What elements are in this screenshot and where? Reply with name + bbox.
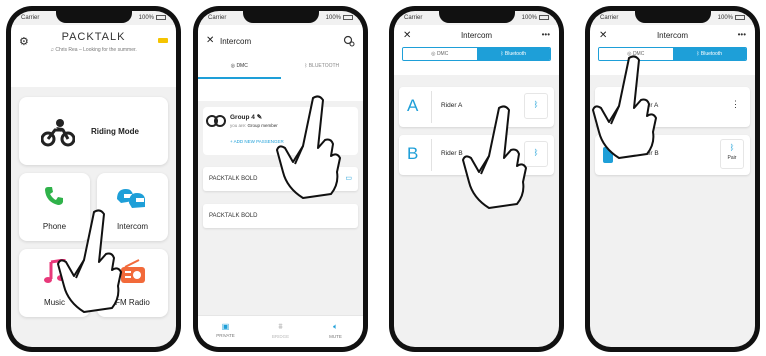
bluetooth-icon: ᛒ xyxy=(533,100,539,109)
tab-bluetooth-label: BLUETOOTH xyxy=(308,63,340,69)
segment-bluetooth[interactable]: ᛒ Bluetooth xyxy=(672,48,746,60)
carrier-label: Carrier xyxy=(600,15,619,21)
device-name-2: PACKTALK BOLD xyxy=(209,213,258,219)
pencil-icon[interactable]: ✎ xyxy=(257,114,262,121)
kebab-menu-icon[interactable]: ⋮ xyxy=(731,99,740,110)
segment-dmc-label: DMC xyxy=(436,51,449,57)
now-playing[interactable]: ♫ Chris Rea – Looking for the summer. xyxy=(11,47,176,53)
page-title: Intercom xyxy=(460,31,493,40)
hand-pointer-icon xyxy=(462,105,527,209)
segment-bluetooth-label: Bluetooth xyxy=(504,51,527,57)
phone-home: Carrier 100% ⚙ PACKTALK ♫ Chris Rea – Lo… xyxy=(6,6,181,352)
notch xyxy=(55,11,132,23)
hand-pointer-icon xyxy=(276,95,341,199)
battery-label: 100% xyxy=(521,15,537,22)
hand-pointer-icon xyxy=(57,209,122,313)
battery-icon xyxy=(539,14,549,20)
phone-intercom-pair: Carrier 100% ✕ Intercom ••• ◎ DMC ᛒ Blue… xyxy=(585,6,760,352)
phone-intercom-dmc: Carrier 100% ✕ Intercom ◎ DMC ᛒ BLUETOOT… xyxy=(193,6,368,352)
group-settings-icon[interactable] xyxy=(343,35,355,47)
you-are-label: you are: xyxy=(230,123,247,128)
headset-battery-icon xyxy=(158,38,168,43)
mode-segmented-control: ◎ DMC ᛒ Bluetooth xyxy=(402,47,551,61)
app-title: PACKTALK xyxy=(61,31,126,43)
tab-dmc-label: DMC xyxy=(236,63,248,69)
segment-bluetooth[interactable]: ᛒ Bluetooth xyxy=(476,48,550,60)
close-icon[interactable]: ✕ xyxy=(206,35,214,46)
now-playing-text: Chris Rea – Looking for the summer. xyxy=(55,47,137,53)
notch xyxy=(242,11,319,23)
hand-pointer-icon xyxy=(592,55,657,159)
divider xyxy=(431,91,432,123)
carrier-label: Carrier xyxy=(404,15,423,21)
battery-label: 100% xyxy=(138,15,154,22)
notch xyxy=(634,11,711,23)
device-name-1: PACKTALK BOLD xyxy=(209,176,258,182)
battery-icon xyxy=(156,14,166,20)
group-name-text: Group 4 xyxy=(230,114,255,121)
battery-icon xyxy=(343,14,353,20)
divider xyxy=(431,139,432,171)
carrier-label: Carrier xyxy=(208,15,227,21)
motorcycle-icon xyxy=(41,119,75,147)
pair-label: Pair xyxy=(727,155,737,161)
private-button[interactable]: ▣ PRIVATE xyxy=(198,316,253,347)
bridge-label: BRIDGE xyxy=(271,334,290,339)
rider-b-letter: B xyxy=(407,144,419,163)
battery-label: 100% xyxy=(325,15,341,22)
carrier-label: Carrier xyxy=(21,15,40,21)
more-icon[interactable]: ••• xyxy=(542,30,550,39)
notch xyxy=(438,11,515,23)
page-title: Intercom xyxy=(656,31,689,40)
battery-icon xyxy=(735,14,745,20)
bluetooth-icon: ᛒ xyxy=(533,148,539,157)
segment-bluetooth-label: Bluetooth xyxy=(700,51,723,57)
page-title: Intercom xyxy=(220,37,252,46)
mute-button[interactable]: 🔈︎ MUTE xyxy=(308,316,363,347)
tab-dmc[interactable]: ◎ DMC xyxy=(198,57,281,79)
group-icon xyxy=(206,115,226,127)
riding-mode-label: Riding Mode xyxy=(91,127,139,136)
phone-icon xyxy=(45,187,63,205)
bluetooth-icon: ᛒ xyxy=(729,143,735,152)
segment-dmc[interactable]: ◎ DMC xyxy=(403,48,477,60)
tab-bar: ◎ DMC ᛒ BLUETOOTH xyxy=(198,57,363,79)
chat-icon: ▣ xyxy=(221,322,230,331)
more-icon[interactable]: ••• xyxy=(738,30,746,39)
riding-mode-card[interactable]: Riding Mode xyxy=(19,97,168,165)
device-card-2[interactable]: PACKTALK BOLD xyxy=(203,204,358,228)
battery-label: 100% xyxy=(717,15,733,22)
phone-intercom-bluetooth: Carrier 100% ✕ Intercom ••• ◎ DMC ᛒ Blue… xyxy=(389,6,564,352)
device-link-icon[interactable]: ▭ xyxy=(345,174,352,182)
mute-label: MUTE xyxy=(329,334,342,339)
group-name[interactable]: Group 4 ✎ xyxy=(230,113,262,121)
speaker-icon: 🔈︎ xyxy=(333,322,338,331)
bridge-icon: ⩩ xyxy=(278,322,283,331)
tab-bluetooth[interactable]: ᛒ BLUETOOTH xyxy=(281,57,364,79)
bottom-bar: ▣ PRIVATE ⩩ BRIDGE 🔈︎ MUTE xyxy=(198,315,363,347)
pair-button[interactable]: ᛒ Pair xyxy=(720,139,744,169)
group-role: you are: Group member xyxy=(230,123,278,128)
rider-a-letter: A xyxy=(407,96,419,115)
private-label: PRIVATE xyxy=(216,333,235,338)
bridge-button[interactable]: ⩩ BRIDGE xyxy=(253,316,308,347)
